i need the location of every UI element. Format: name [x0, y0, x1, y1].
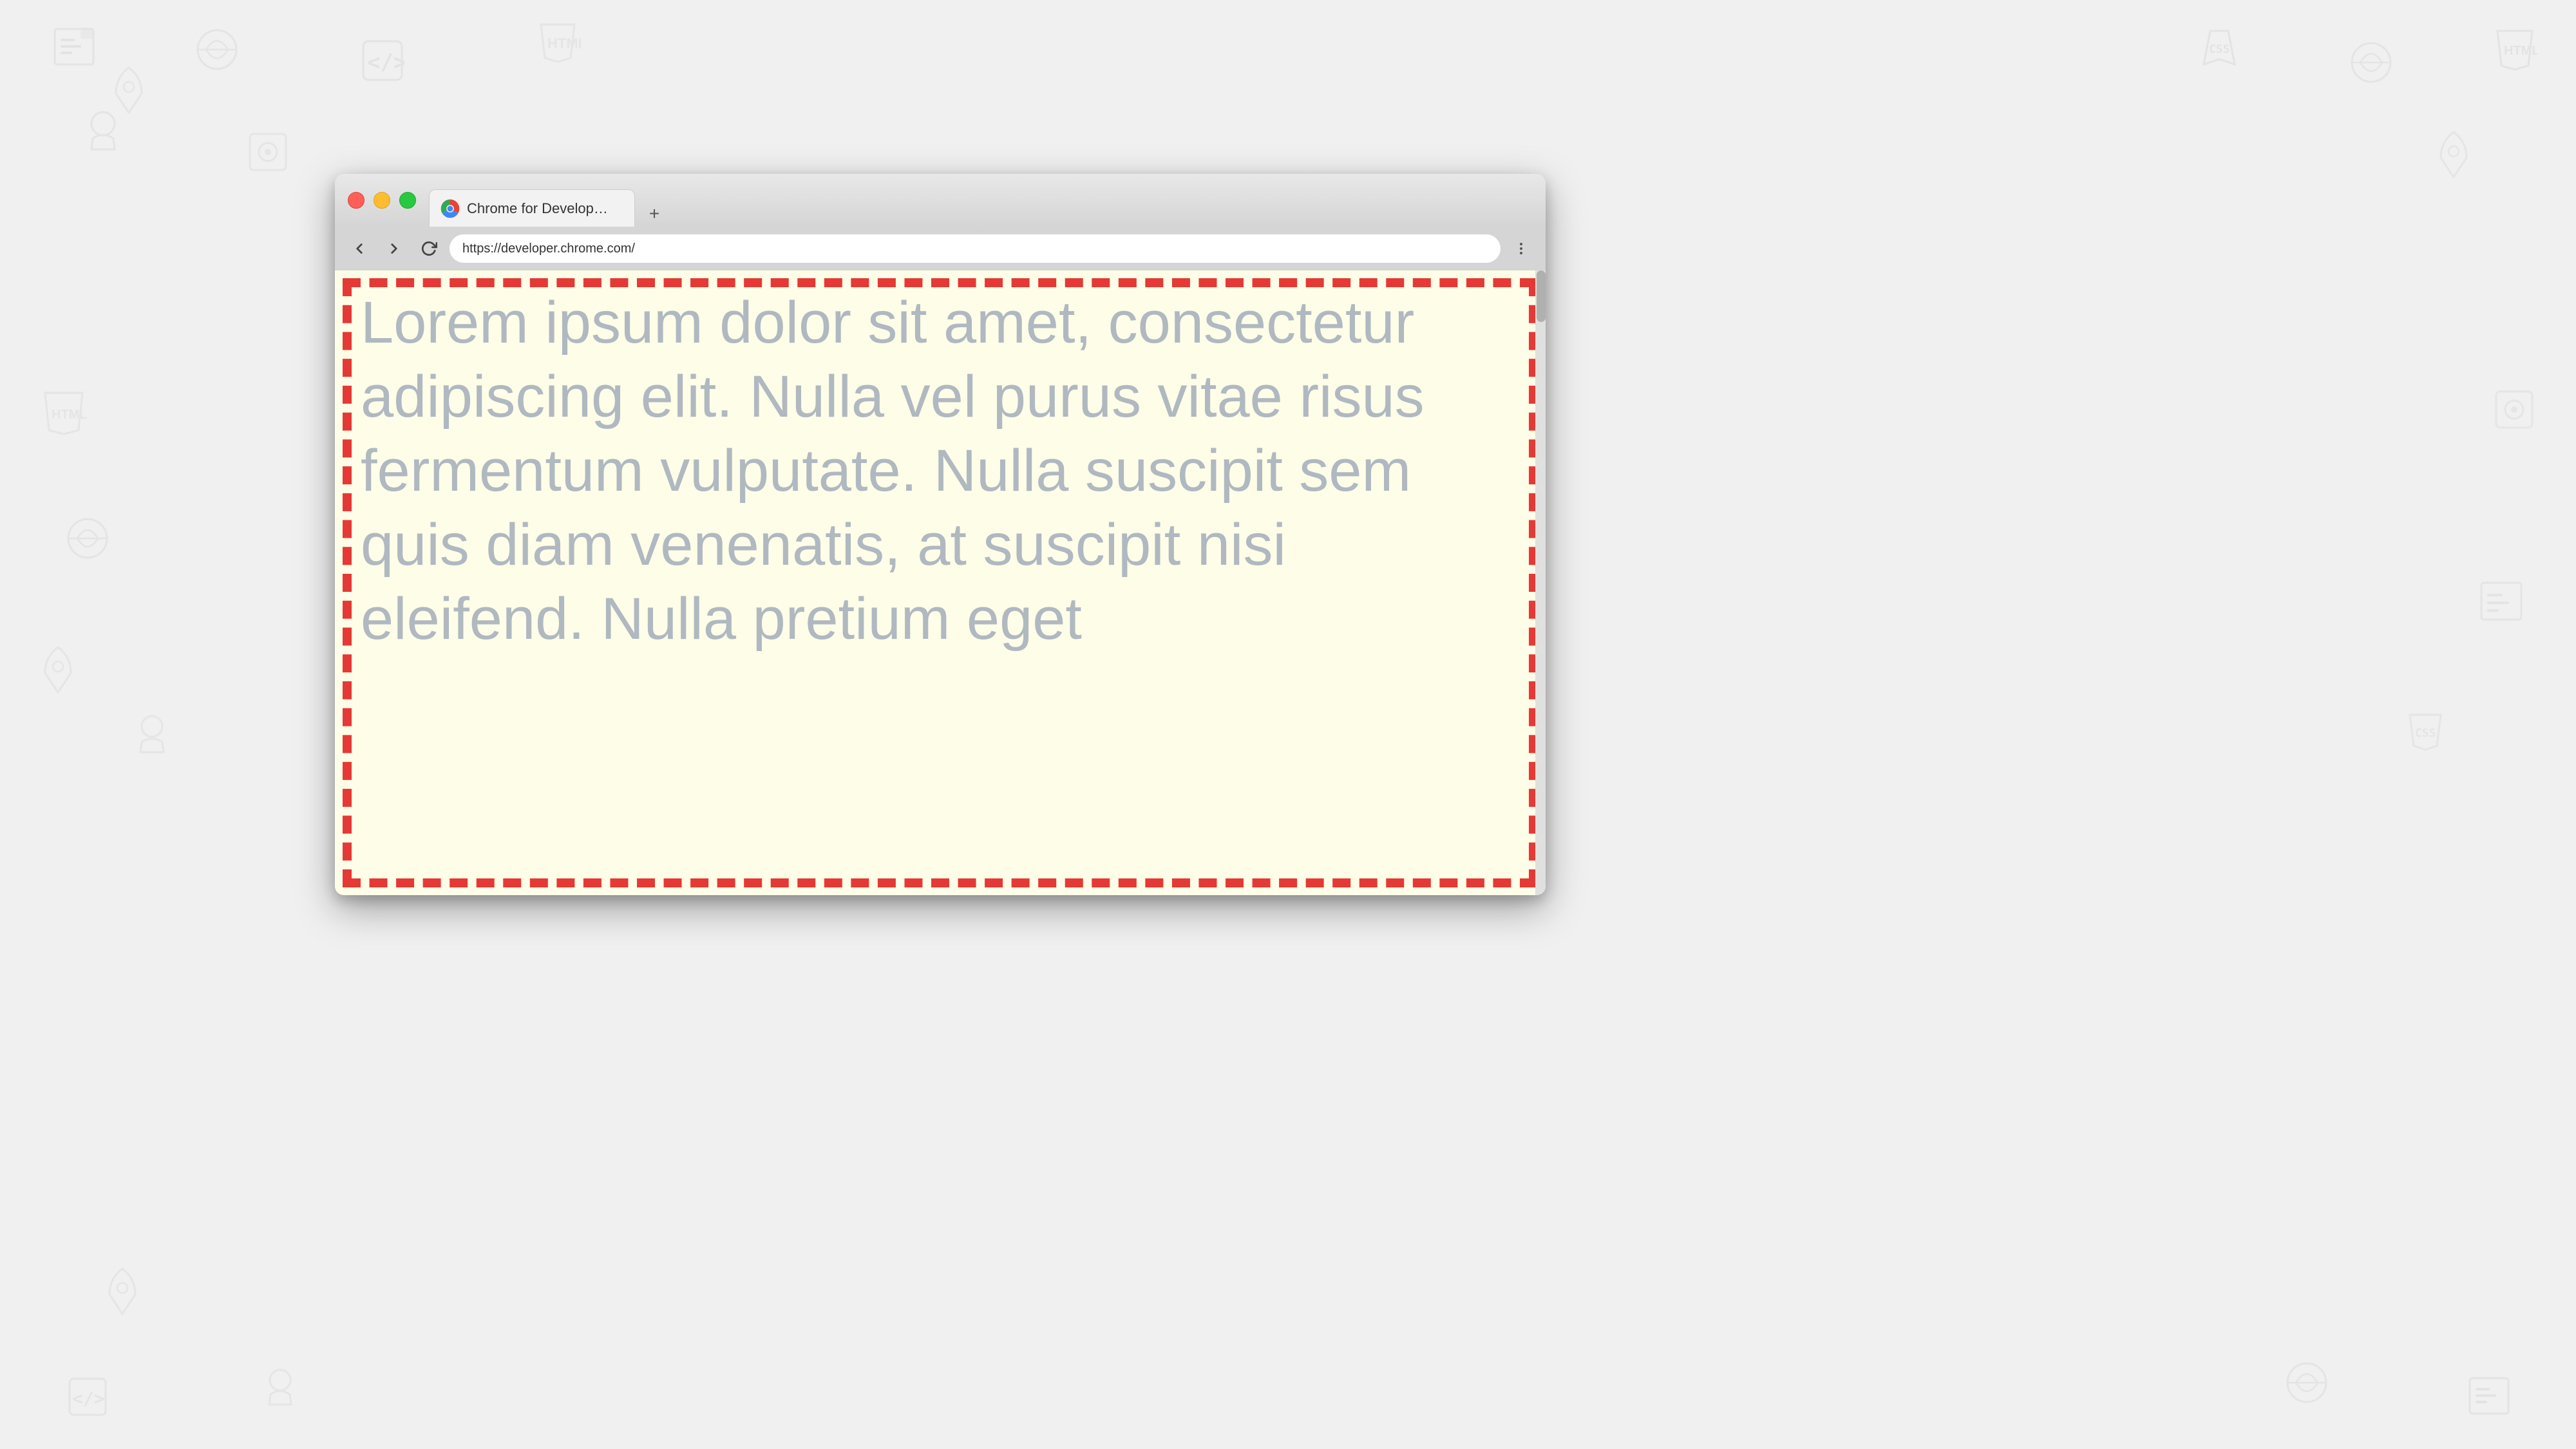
- minimize-button[interactable]: [374, 192, 390, 209]
- add-tab-button[interactable]: +: [641, 201, 667, 227]
- bg-icon-9: CSS: [2197, 26, 2241, 73]
- bg-icon-19: CSS: [2403, 708, 2447, 755]
- bg-icon-16: [2491, 386, 2537, 436]
- menu-button[interactable]: [1507, 234, 1535, 263]
- tab-title: Chrome for Developers: [467, 200, 609, 217]
- bg-icon-7: HTML: [2492, 26, 2537, 74]
- close-button[interactable]: [348, 192, 365, 209]
- bg-icon-5: [77, 103, 129, 158]
- lorem-ipsum-text: Lorem ipsum dolor sit amet, consectetur …: [361, 286, 1513, 656]
- tab-favicon: [440, 198, 460, 219]
- scrollbar-thumb[interactable]: [1537, 270, 1546, 322]
- bg-icon-20: [109, 64, 148, 119]
- tab-bar: Chrome for Developers +: [429, 174, 1533, 227]
- bg-icon-13: [2283, 1359, 2331, 1410]
- bg-icon-3: </>: [361, 39, 404, 86]
- bg-icon-14: HTML: [39, 386, 89, 440]
- bg-icon-22: [2434, 129, 2473, 184]
- traffic-lights: [348, 192, 416, 209]
- bg-icon-15: [64, 515, 111, 565]
- bg-icon-8: [2347, 39, 2396, 90]
- address-bar[interactable]: [450, 234, 1501, 263]
- viewport: Lorem ipsum dolor sit amet, consectetur …: [335, 270, 1546, 895]
- bg-icon-10: </>: [64, 1374, 111, 1423]
- bg-icon-12: [2467, 1375, 2512, 1423]
- bg-icon-11: [258, 1362, 303, 1410]
- scrollbar[interactable]: [1535, 270, 1546, 895]
- svg-text:</>: </>: [367, 50, 404, 75]
- svg-text:CSS: CSS: [2209, 43, 2230, 56]
- bg-icon-2: [193, 26, 242, 77]
- bg-icon-23: [103, 1265, 142, 1320]
- bg-icon-4: HTML: [535, 19, 581, 69]
- bg-icon-6: [245, 129, 291, 178]
- page-content: Lorem ipsum dolor sit amet, consectetur …: [335, 270, 1546, 895]
- svg-text:</>: </>: [72, 1388, 105, 1409]
- reload-button[interactable]: [415, 234, 443, 263]
- browser-window: Chrome for Developers +: [335, 174, 1546, 895]
- svg-text:HTML: HTML: [52, 408, 88, 422]
- nav-bar: [335, 227, 1546, 270]
- bg-icon-1: [52, 26, 97, 74]
- back-button[interactable]: [345, 234, 374, 263]
- maximize-button[interactable]: [399, 192, 416, 209]
- svg-text:HTML: HTML: [2504, 44, 2537, 58]
- forward-button[interactable]: [380, 234, 408, 263]
- svg-text:CSS: CSS: [2415, 726, 2436, 740]
- title-bar: Chrome for Developers +: [335, 174, 1546, 227]
- bg-icon-18: [129, 708, 175, 758]
- svg-text:HTML: HTML: [547, 35, 581, 52]
- bg-icon-17: [2478, 580, 2524, 629]
- bg-icon-21: [39, 644, 77, 699]
- active-tab[interactable]: Chrome for Developers: [429, 189, 635, 227]
